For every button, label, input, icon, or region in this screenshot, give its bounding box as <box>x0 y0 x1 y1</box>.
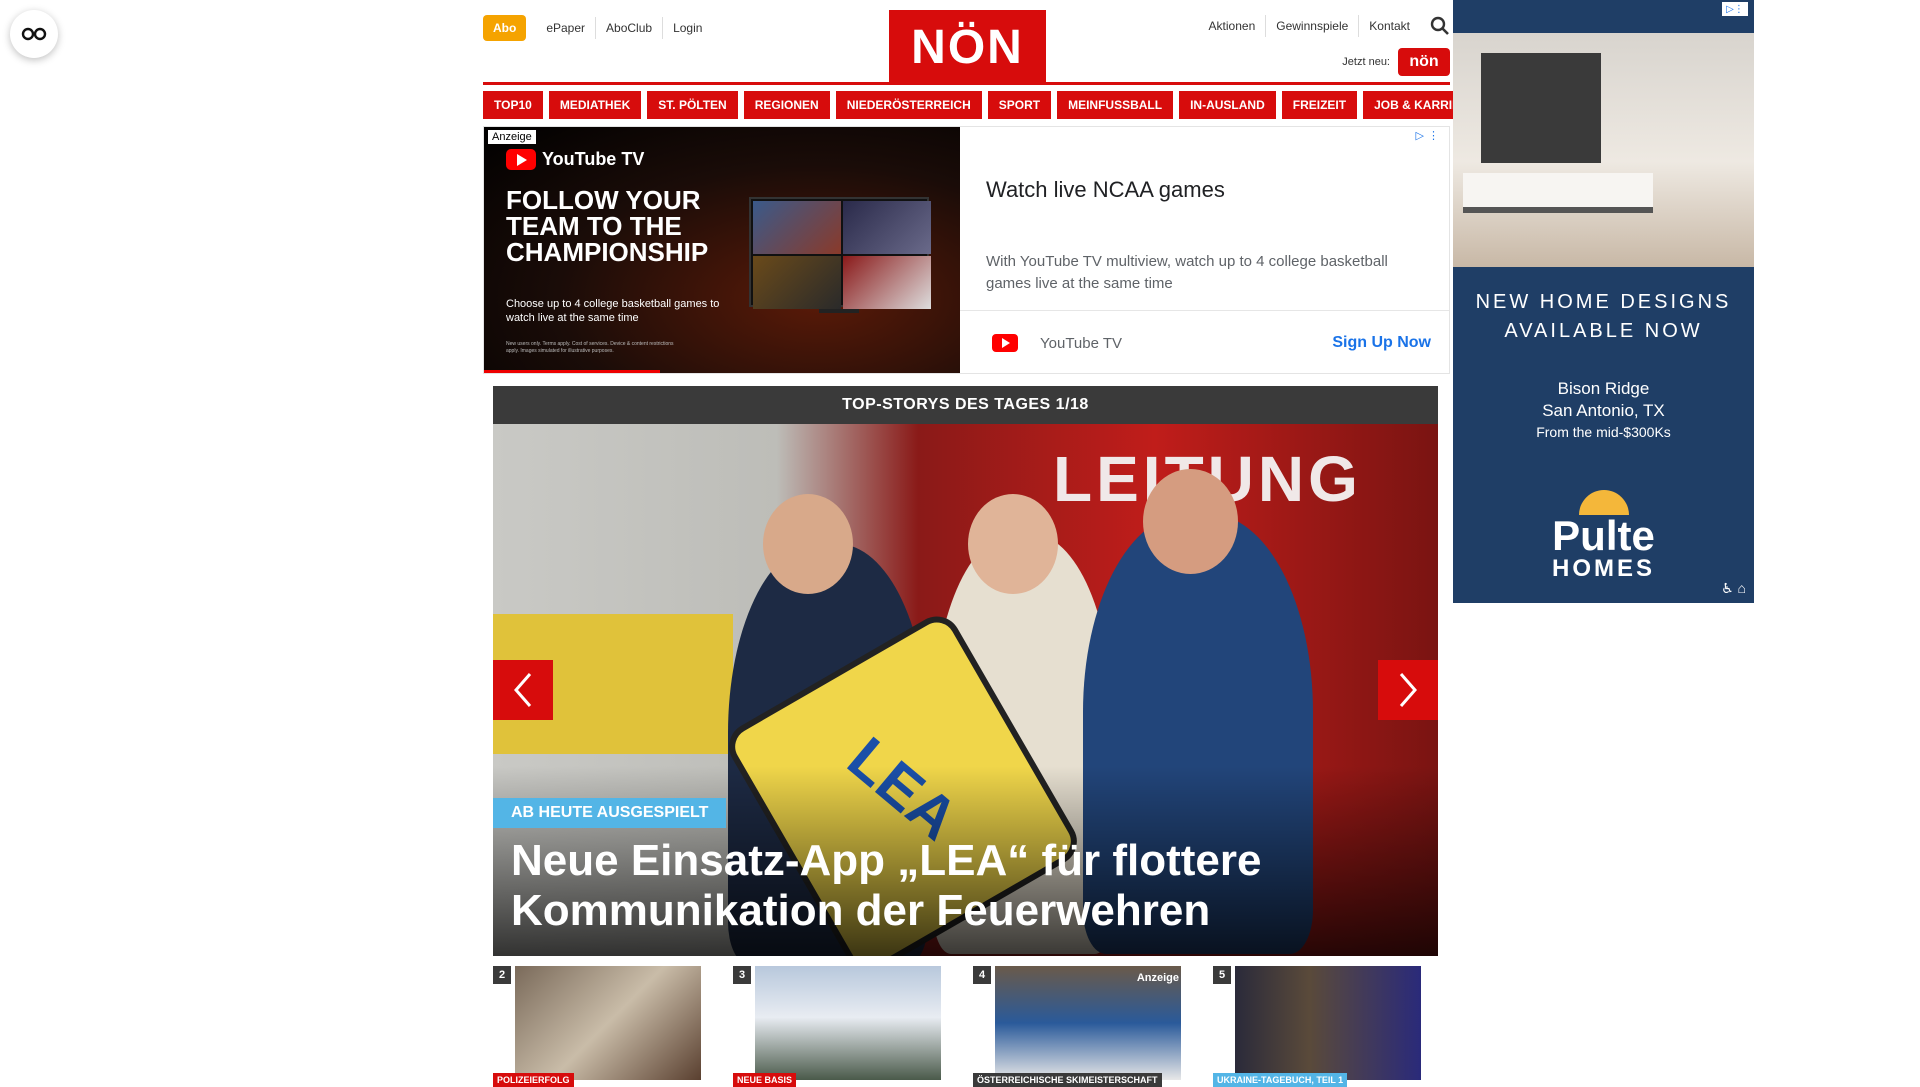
adchoices-triangle-icon: ▷ <box>1415 130 1424 142</box>
youtube-tv-wordmark: YouTube TV <box>542 149 645 169</box>
ad-creative[interactable]: Anzeige YouTube TV FOLLOW YOUR TEAM TO T… <box>484 127 960 373</box>
chevron-right-icon <box>1399 673 1417 707</box>
category-niederoesterreich[interactable]: NIEDERÖSTERREICH <box>835 91 982 119</box>
abo-button[interactable]: Abo <box>483 15 527 41</box>
aboclub-link[interactable]: AboClub <box>595 17 662 39</box>
pulte-wordmark: Pulte <box>1552 512 1655 559</box>
hero-kicker-badge: AB HEUTE AUSGESPIELT <box>493 798 727 828</box>
category-regionen[interactable]: REGIONEN <box>743 91 830 119</box>
category-top10[interactable]: TOP10 <box>483 91 543 119</box>
basketball-image <box>753 256 841 309</box>
homes-wordmark: HOMES <box>1551 555 1655 582</box>
chevron-left-icon <box>514 673 532 707</box>
story-tag: NEUE BASIS <box>733 1073 797 1087</box>
pulte-homes-ad[interactable]: ▷⋮ NEW HOME DESIGNS AVAILABLE NOW Bison … <box>1453 0 1754 603</box>
youtube-play-icon <box>506 149 536 170</box>
thumbnail-image <box>1235 966 1421 1080</box>
side-ad-location: Bison Ridge San Antonio, TX <box>1453 378 1754 422</box>
ad-progress-bar <box>484 370 661 373</box>
city-name: San Antonio, TX <box>1542 401 1665 420</box>
kitchen-image <box>1453 33 1754 267</box>
basketball-image <box>843 201 931 254</box>
story-tag: UKRAINE-TAGEBUCH, TEIL 1 <box>1213 1073 1348 1087</box>
header-divider <box>483 82 1450 85</box>
story-thumbnail[interactable]: 5 UKRAINE-TAGEBUCH, TEIL 1 <box>1213 966 1429 1087</box>
category-freizeit[interactable]: FREIZEIT <box>1281 91 1358 119</box>
site-logo[interactable]: NÖN <box>889 10 1046 84</box>
kontakt-link[interactable]: Kontakt <box>1358 15 1420 37</box>
jetzt-neu-badge: nön <box>1398 48 1450 76</box>
person-head <box>763 494 853 594</box>
ad-title[interactable]: Watch live NCAA games <box>986 177 1225 203</box>
jetzt-neu-promo[interactable]: Jetzt neu: nön <box>1342 48 1450 76</box>
ad-choices-icon[interactable]: ▷ ⋮ <box>1416 129 1439 142</box>
category-sport[interactable]: SPORT <box>987 91 1052 119</box>
story-number: 4 <box>973 966 991 984</box>
story-thumbnail[interactable]: 4 Anzeige ÖSTERREICHISCHE SKIMEISTERSCHA… <box>973 966 1189 1087</box>
top-nav-right: Aktionen Gewinnspiele Kontakt <box>1199 15 1450 37</box>
story-number: 5 <box>1213 966 1231 984</box>
story-thumbnail[interactable]: 2 POLIZEIERFOLG <box>493 966 709 1087</box>
aktionen-link[interactable]: Aktionen <box>1199 15 1266 37</box>
ad-description: With YouTube TV multiview, watch up to 4… <box>986 253 1388 292</box>
category-in-ausland[interactable]: IN-AUSLAND <box>1179 91 1276 119</box>
login-link[interactable]: Login <box>662 17 712 39</box>
person-head <box>968 494 1058 594</box>
ad-text-panel[interactable]: ▷ ⋮ Watch live NCAA games With YouTube T… <box>960 127 1449 373</box>
ad-subline: Choose up to 4 college basketball games … <box>506 298 720 324</box>
top-nav-left: Abo ePaper AboClub Login <box>483 15 712 41</box>
story-number: 2 <box>493 966 511 984</box>
category-nav: TOP10 MEDIATHEK ST. PÖLTEN REGIONEN NIED… <box>483 91 1488 119</box>
story-thumbnails: 2 POLIZEIERFOLG 3 NEUE BASIS 4 Anzeige Ö… <box>493 966 1438 1087</box>
accessibility-housing-icons: ♿ ⌂ <box>1721 580 1746 596</box>
jetzt-neu-label: Jetzt neu: <box>1342 56 1390 68</box>
slider-prev-button[interactable] <box>493 660 553 720</box>
more-vert-icon: ⋮ <box>1428 130 1439 142</box>
top-stories-header: TOP-STORYS DES TAGES 1/18 <box>493 386 1438 424</box>
ad-advertiser-name: YouTube TV <box>1040 334 1123 352</box>
basketball-image <box>843 256 931 309</box>
story-tag: POLIZEIERFOLG <box>493 1073 574 1087</box>
ad-fine-print: New users only. Terms apply. Cost of ser… <box>506 341 674 354</box>
story-number: 3 <box>733 966 751 984</box>
anzeige-label: Anzeige <box>1136 972 1179 984</box>
ad-headline: FOLLOW YOUR TEAM TO THE CHAMPIONSHIP <box>506 185 709 267</box>
youtube-tv-ad[interactable]: Anzeige YouTube TV FOLLOW YOUR TEAM TO T… <box>483 126 1450 374</box>
thumbnail-image <box>515 966 701 1080</box>
kitchen-island <box>1463 173 1653 213</box>
reader-mode-button[interactable] <box>10 10 58 58</box>
basketball-image <box>753 201 841 254</box>
pulte-logo: Pulte HOMES <box>1453 490 1754 581</box>
adchoices-icon[interactable]: ▷⋮ <box>1722 2 1748 16</box>
search-icon[interactable] <box>1430 16 1450 36</box>
hero-headline[interactable]: Neue Einsatz-App „LEA“ für flottere Komm… <box>511 836 1411 936</box>
gewinnspiele-link[interactable]: Gewinnspiele <box>1265 15 1358 37</box>
side-ad-headline: NEW HOME DESIGNS AVAILABLE NOW <box>1475 291 1732 342</box>
ad-advertiser[interactable]: YouTube TV <box>992 334 1122 352</box>
glasses-icon <box>21 27 47 41</box>
tv-stand <box>819 309 859 313</box>
slider-next-button[interactable] <box>1378 660 1438 720</box>
community-name: Bison Ridge <box>1557 379 1650 398</box>
anzeige-label: Anzeige <box>488 130 536 144</box>
top-stories-slider[interactable]: TOP-STORYS DES TAGES 1/18 LEITUNG LEA AB… <box>493 386 1438 956</box>
tv-multiview-image <box>749 197 931 309</box>
story-thumbnail[interactable]: 3 NEUE BASIS <box>733 966 949 1087</box>
youtube-tv-logo: YouTube TV <box>506 149 644 170</box>
sign-up-button[interactable]: Sign Up Now <box>1332 334 1431 352</box>
site-header: Abo ePaper AboClub Login NÖN Aktionen Ge… <box>483 0 1450 86</box>
kitchen-cabinet <box>1481 53 1601 163</box>
category-st-poelten[interactable]: ST. PÖLTEN <box>647 91 738 119</box>
story-tag: ÖSTERREICHISCHE SKIMEISTERSCHAFT <box>973 1073 1162 1087</box>
epaper-link[interactable]: ePaper <box>536 17 595 39</box>
category-meinfussball[interactable]: MEINFUSSBALL <box>1057 91 1174 119</box>
youtube-icon <box>992 334 1018 352</box>
ad-divider <box>960 310 1449 311</box>
thumbnail-image <box>755 966 941 1080</box>
side-ad-price: From the mid-$300Ks <box>1536 424 1671 440</box>
category-mediathek[interactable]: MEDIATHEK <box>548 91 642 119</box>
person-head <box>1143 469 1238 574</box>
